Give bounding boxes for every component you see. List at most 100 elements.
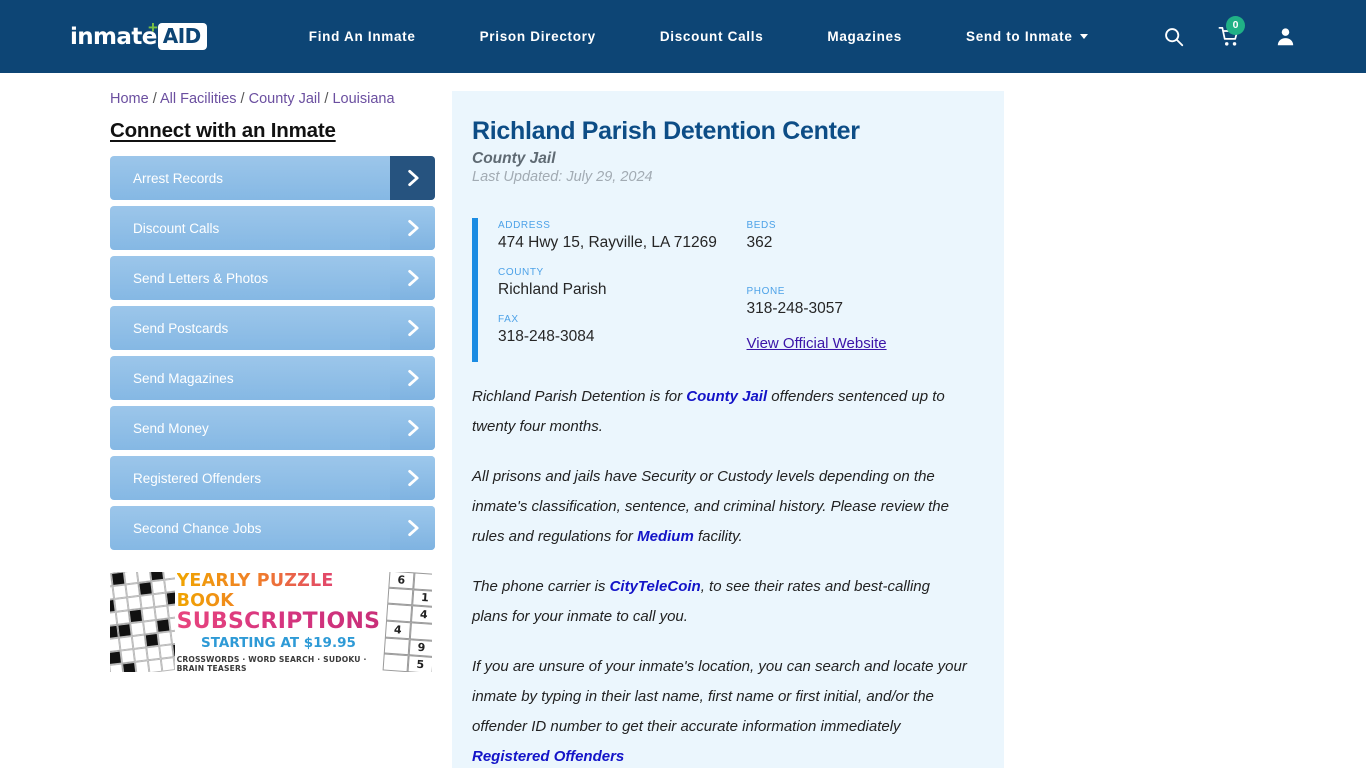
registered-offenders-link[interactable]: Registered Offenders xyxy=(472,748,624,765)
breadcrumb-item-all-facilities[interactable]: All Facilities xyxy=(160,91,237,107)
search-button[interactable] xyxy=(1163,26,1184,47)
breadcrumb-item-louisiana[interactable]: Louisiana xyxy=(332,91,394,107)
breadcrumb-item-county-jail[interactable]: County Jail xyxy=(249,91,321,107)
facility-type: County Jail xyxy=(472,150,556,167)
cart-button[interactable]: 0 xyxy=(1218,15,1245,48)
sidebar-heading: Connect with an Inmate xyxy=(110,119,336,142)
phone-value: 318-248-3057 xyxy=(746,300,844,317)
sudoku-cell xyxy=(382,653,409,672)
nav-label: Send to Inmate xyxy=(965,29,1073,44)
nav-item-discount-calls[interactable]: Discount Calls xyxy=(628,29,796,44)
sudoku-cell: 1 xyxy=(412,589,432,608)
cart-count-badge: 0 xyxy=(1226,15,1245,35)
sudoku-cell xyxy=(387,587,414,606)
logo-badge: AID xyxy=(157,23,207,50)
sidebar-item-send-magazines[interactable]: Send Magazines xyxy=(110,356,435,400)
paragraph-text: If you are unsure of your inmate's locat… xyxy=(472,658,967,735)
main-nav: Find An Inmate Prison Directory Discount… xyxy=(277,29,1163,44)
sudoku-cell xyxy=(386,603,413,623)
info-column-right: BEDS 362 PHONE 318-248-3057 View Officia… xyxy=(747,220,970,353)
breadcrumb: Home / All Facilities / County Jail / Lo… xyxy=(110,91,440,107)
fax-value: 318-248-3084 xyxy=(498,328,595,345)
last-updated: Last Updated: July 29, 2024 xyxy=(472,169,653,185)
sidebar-item-second-chance-jobs[interactable]: Second Chance Jobs xyxy=(110,506,435,550)
puzzle-book-ad[interactable]: YEARLY PUZZLE BOOK SUBSCRIPTIONS STARTIN… xyxy=(110,572,432,672)
facility-info-block: ADDRESS 474 Hwy 15, Rayville, LA 71269 C… xyxy=(472,218,970,362)
sidebar-item-label: Discount Calls xyxy=(133,220,220,236)
page-title: Richland Parish Detention Center xyxy=(472,117,860,145)
sudoku-cell: 5 xyxy=(407,655,432,672)
county-label: COUNTY xyxy=(498,267,544,278)
paragraph-text: Richland Parish Detention is for xyxy=(472,388,687,405)
nav-item-prison-directory[interactable]: Prison Directory xyxy=(448,29,628,44)
facility-paragraph-1: Richland Parish Detention is for County … xyxy=(472,382,970,442)
sudoku-cell xyxy=(410,622,432,641)
ad-categories: CROSSWORDS · WORD SEARCH · SUDOKU · BRAI… xyxy=(176,655,367,672)
official-website-link[interactable]: View Official Website xyxy=(747,335,887,352)
sudoku-cell: 4 xyxy=(411,605,432,624)
breadcrumb-separator: / xyxy=(236,91,249,107)
fax-label: FAX xyxy=(498,314,519,325)
sidebar-item-label: Send Letters & Photos xyxy=(133,270,269,286)
sidebar-item-arrest-records[interactable]: Arrest Records xyxy=(110,156,435,200)
chevron-right-icon xyxy=(390,256,435,300)
security-level-link[interactable]: Medium xyxy=(637,528,694,545)
sidebar-item-discount-calls[interactable]: Discount Calls xyxy=(110,206,435,250)
page-body: Home / All Facilities / County Jail / Lo… xyxy=(0,73,1366,768)
sidebar-item-label: Send Postcards xyxy=(133,320,229,336)
sudoku-cell xyxy=(413,572,432,591)
beds-label: BEDS xyxy=(746,220,777,231)
address-value: 474 Hwy 15, Rayville, LA 71269 xyxy=(498,234,717,251)
sudoku-cell: 9 xyxy=(408,638,432,658)
sidebar-item-label: Send Magazines xyxy=(133,370,234,386)
ad-subhead: SUBSCRIPTIONS xyxy=(176,609,381,634)
user-icon xyxy=(1277,28,1294,46)
paragraph-text: The phone carrier is xyxy=(472,578,610,595)
breadcrumb-item-home[interactable]: Home xyxy=(110,91,149,107)
chevron-down-icon xyxy=(1079,34,1088,39)
sidebar-item-send-letters-photos[interactable]: Send Letters & Photos xyxy=(110,256,435,300)
county-value: Richland Parish xyxy=(498,281,607,298)
facility-panel: Richland Parish Detention Center County … xyxy=(452,91,1004,768)
phone-carrier-link[interactable]: CityTeleCoin xyxy=(610,578,701,595)
nav-label: Find An Inmate xyxy=(308,29,416,44)
nav-item-send-to-inmate[interactable]: Send to Inmate xyxy=(934,29,1120,44)
address-label: ADDRESS xyxy=(498,220,551,231)
ad-price: STARTING AT $19.95 xyxy=(201,635,356,651)
site-header: inmate AID + Find An Inmate Prison Direc… xyxy=(0,0,1366,73)
sidebar-item-label: Arrest Records xyxy=(133,170,224,186)
sidebar-item-label: Second Chance Jobs xyxy=(133,520,262,536)
right-column: Richland Parish Detention Center County … xyxy=(452,73,1004,768)
county-jail-link[interactable]: County Jail xyxy=(686,388,767,405)
chevron-right-icon xyxy=(390,156,435,200)
phone-label: PHONE xyxy=(746,286,786,297)
breadcrumb-separator: / xyxy=(320,91,333,107)
facility-paragraph-4: If you are unsure of your inmate's locat… xyxy=(472,652,970,768)
ad-text-block: YEARLY PUZZLE BOOK SUBSCRIPTIONS STARTIN… xyxy=(175,572,383,672)
sidebar-item-label: Registered Offenders xyxy=(133,470,262,486)
chevron-right-icon xyxy=(390,456,435,500)
nav-item-find-an-inmate[interactable]: Find An Inmate xyxy=(277,29,448,44)
nav-item-magazines[interactable]: Magazines xyxy=(795,29,934,44)
site-logo[interactable]: inmate AID + xyxy=(70,19,207,52)
sidebar-menu: Arrest Records Discount Calls Send Lette… xyxy=(110,156,440,550)
sidebar-item-send-postcards[interactable]: Send Postcards xyxy=(110,306,435,350)
left-column: Home / All Facilities / County Jail / Lo… xyxy=(0,73,440,768)
ad-headline: YEARLY PUZZLE BOOK xyxy=(177,572,381,611)
sudoku-graphic: 6 1 4 4 9 5 xyxy=(382,572,432,672)
sidebar-item-label: Send Money xyxy=(133,420,209,436)
header-icon-group: 0 xyxy=(1163,15,1306,48)
facility-paragraph-2: All prisons and jails have Security or C… xyxy=(472,462,970,552)
chevron-right-icon xyxy=(390,356,435,400)
breadcrumb-separator: / xyxy=(148,91,160,107)
chevron-right-icon xyxy=(390,506,435,550)
sudoku-cell: 4 xyxy=(385,620,412,639)
account-button[interactable] xyxy=(1275,26,1296,47)
sidebar-item-send-money[interactable]: Send Money xyxy=(110,406,435,450)
sidebar-item-registered-offenders[interactable]: Registered Offenders xyxy=(110,456,435,500)
beds-value: 362 xyxy=(746,234,773,251)
crossword-graphic xyxy=(110,572,175,672)
info-column-left: ADDRESS 474 Hwy 15, Rayville, LA 71269 C… xyxy=(498,220,747,353)
search-icon xyxy=(1165,28,1184,47)
chevron-right-icon xyxy=(390,406,435,450)
